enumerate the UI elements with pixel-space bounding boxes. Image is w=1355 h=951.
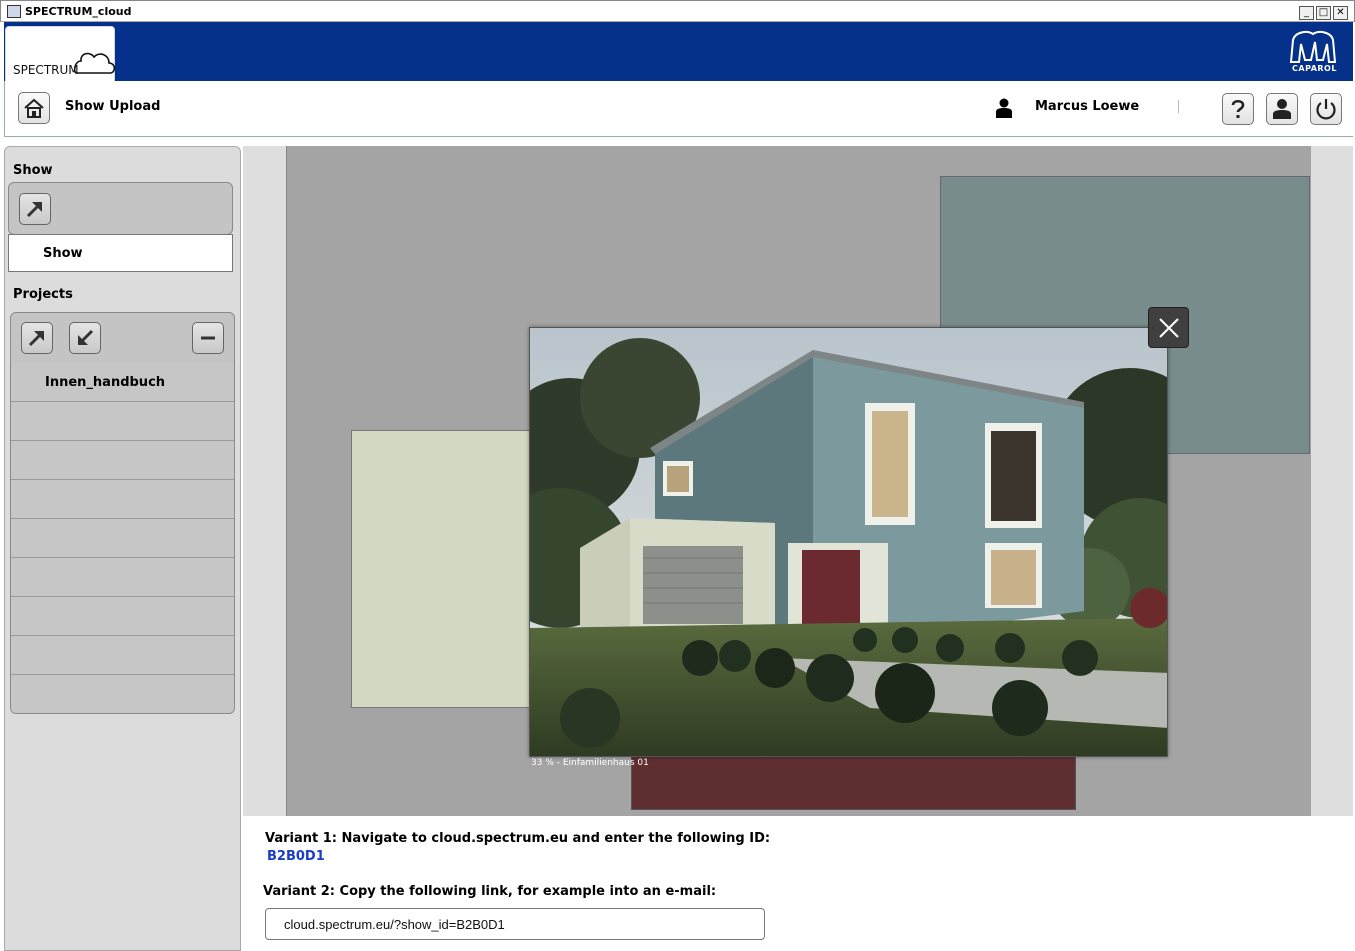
app-icon xyxy=(7,5,21,18)
color-swatch-cream[interactable] xyxy=(351,430,541,708)
variant1-instructions: Variant 1: Navigate to cloud.spectrum.eu… xyxy=(265,831,771,846)
project-row[interactable] xyxy=(11,519,234,558)
profile-button[interactable] xyxy=(1266,93,1298,125)
close-window-button[interactable]: ✕ xyxy=(1333,6,1348,20)
project-row[interactable] xyxy=(11,636,234,675)
projects-list: Innen_handbuch xyxy=(10,363,235,714)
spectrum-tab-label: SPECTRUM xyxy=(13,63,79,77)
project-row[interactable] xyxy=(11,597,234,636)
page-title: Show Upload xyxy=(65,99,161,114)
home-icon xyxy=(24,98,44,118)
toolbar xyxy=(4,81,1353,137)
close-icon xyxy=(1158,317,1179,338)
image-viewer[interactable] xyxy=(529,327,1168,757)
image-caption: 33 % - Einfamilienhaus 01 xyxy=(531,758,649,768)
project-row[interactable] xyxy=(11,402,234,441)
project-row-label: Innen_handbuch xyxy=(45,375,166,390)
variant2-instructions: Variant 2: Copy the following link, for … xyxy=(263,884,717,899)
cloud-icon xyxy=(73,52,116,74)
user-icon xyxy=(996,98,1012,118)
toolbar-separator xyxy=(1178,100,1179,113)
home-button[interactable] xyxy=(18,92,50,124)
help-icon xyxy=(1231,99,1245,118)
user-name: Marcus Loewe xyxy=(1035,99,1140,114)
show-id: B2B0D1 xyxy=(267,849,325,864)
project-remove-button[interactable] xyxy=(192,322,224,354)
logout-button[interactable] xyxy=(1310,93,1342,125)
project-import-button[interactable] xyxy=(69,322,101,354)
profile-icon xyxy=(1273,99,1291,119)
window-title: SPECTRUM_cloud xyxy=(25,5,132,18)
close-viewer-button[interactable] xyxy=(1148,307,1189,348)
maximize-button[interactable]: □ xyxy=(1316,6,1331,20)
caparol-logo: CAPAROL xyxy=(1285,30,1341,74)
minimize-button[interactable]: _ xyxy=(1299,6,1314,20)
minus-icon xyxy=(201,336,215,340)
share-link-input[interactable] xyxy=(265,908,765,940)
spectrum-tab[interactable]: SPECTRUM xyxy=(5,26,116,82)
arrow-down-left-icon xyxy=(77,329,94,346)
project-row[interactable] xyxy=(11,675,234,713)
window-titlebar: SPECTRUM_cloud _ □ ✕ xyxy=(0,0,1355,22)
help-button[interactable] xyxy=(1222,93,1254,125)
show-list-item[interactable]: Show xyxy=(8,234,233,272)
show-open-button[interactable] xyxy=(19,193,51,225)
caparol-elephant-icon xyxy=(1289,31,1337,63)
project-row[interactable] xyxy=(11,558,234,597)
power-icon xyxy=(1316,99,1336,120)
arrow-up-right-icon xyxy=(26,201,43,218)
arrow-up-right-icon xyxy=(28,330,45,347)
brand-header xyxy=(4,22,1353,81)
project-row[interactable] xyxy=(11,441,234,480)
caparol-logo-text: CAPAROL xyxy=(1292,64,1337,73)
show-list-item-label: Show xyxy=(43,246,83,261)
house-image xyxy=(530,328,1167,756)
project-row[interactable] xyxy=(11,480,234,519)
project-export-button[interactable] xyxy=(21,322,53,354)
show-section-label: Show xyxy=(13,163,53,178)
projects-section-label: Projects xyxy=(13,287,73,302)
project-row[interactable]: Innen_handbuch xyxy=(11,363,234,402)
